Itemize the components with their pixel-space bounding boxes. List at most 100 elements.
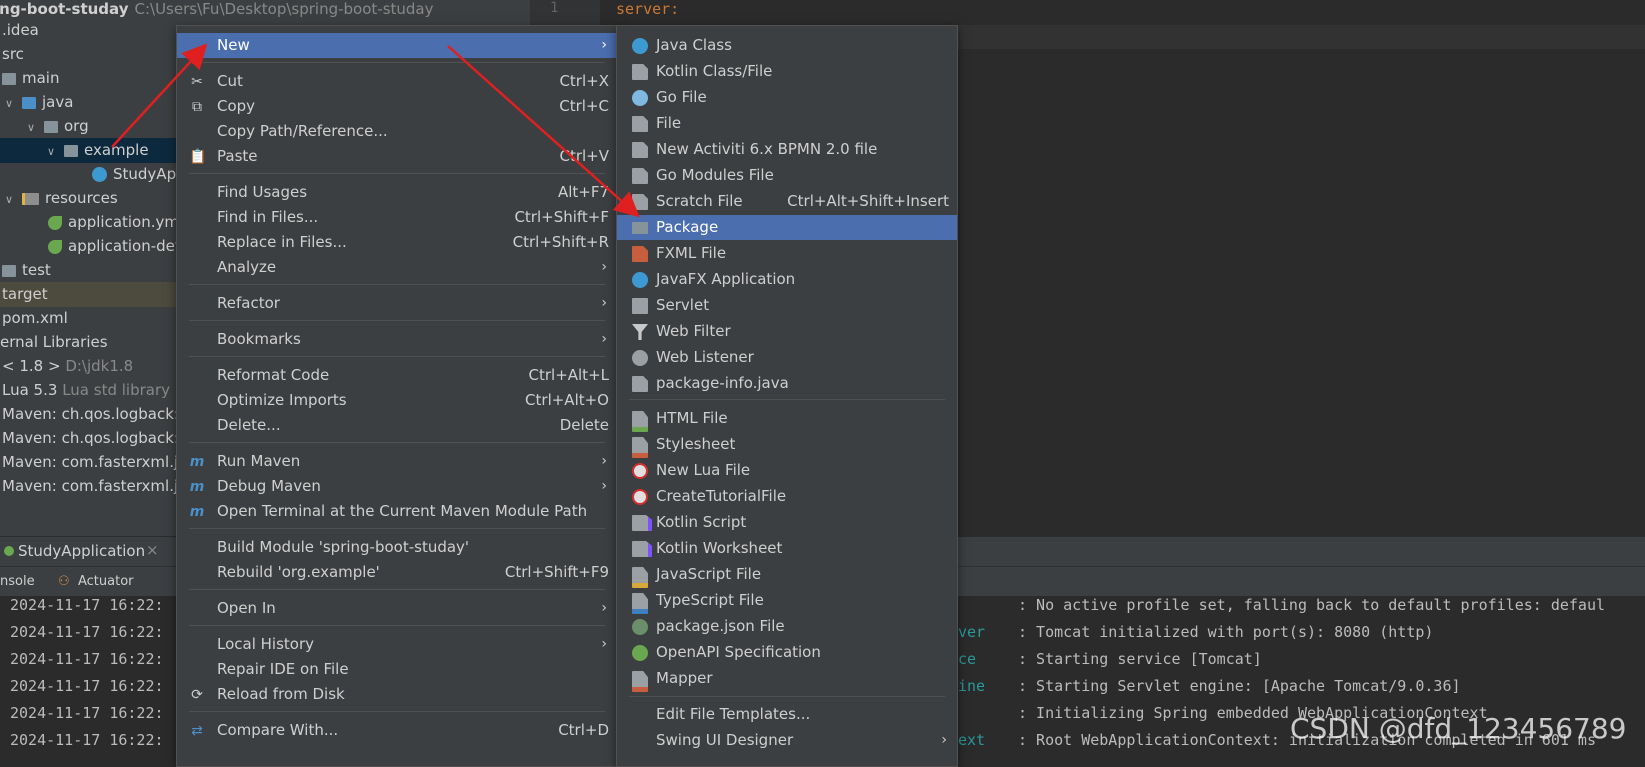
- menu-item-replace-in-files[interactable]: Replace in Files... Ctrl+Shift+R: [177, 230, 617, 255]
- log-time: 2024-11-17 16:22:: [10, 596, 164, 614]
- menu-item-open-in[interactable]: Open In ›: [177, 596, 617, 621]
- submenu-item-lua[interactable]: New Lua File: [617, 458, 957, 483]
- submenu-item-file[interactable]: File: [617, 111, 957, 136]
- menu-shortcut: Delete: [559, 416, 609, 434]
- chevron-down-icon[interactable]: ∨: [2, 187, 16, 212]
- folder-icon: [2, 72, 16, 85]
- menu-item-paste[interactable]: 📋 Paste Ctrl+V: [177, 144, 617, 169]
- submenu-item-javascript[interactable]: JavaScript File: [617, 562, 957, 588]
- menu-item-run-maven[interactable]: m Run Maven ›: [177, 449, 617, 474]
- menu-item-reload-from-disk[interactable]: ⟳ Reload from Disk: [177, 682, 617, 707]
- submenu-item-html[interactable]: HTML File: [617, 406, 957, 432]
- spring-run-icon: [4, 546, 14, 556]
- menu-item-rebuild[interactable]: Rebuild 'org.example' Ctrl+Shift+F9: [177, 560, 617, 585]
- submenu-item-java-class[interactable]: Java Class: [617, 33, 957, 58]
- submenu-item-go-modules[interactable]: Go Modules File: [617, 163, 957, 188]
- submenu-item-swing-designer[interactable]: Swing UI Designer ›: [617, 728, 957, 753]
- submenu-item-package[interactable]: Package: [617, 215, 957, 240]
- submenu-item-label: HTML File: [656, 409, 728, 427]
- submenu-item-label: FXML File: [656, 244, 727, 262]
- tree-item-label: StudyAp: [113, 165, 177, 183]
- menu-item-label: Local History: [217, 635, 315, 653]
- submenu-item-kotlin-script[interactable]: Kotlin Script: [617, 510, 957, 535]
- submenu-item-package-info[interactable]: package-info.java: [617, 371, 957, 396]
- submenu-item-edit-templates[interactable]: Edit File Templates...: [617, 702, 957, 727]
- line-number: 1: [550, 0, 559, 16]
- reload-icon: ⟳: [191, 687, 203, 703]
- submenu-item-openapi[interactable]: OpenAPI Specification: [617, 640, 957, 665]
- menu-item-find-usages[interactable]: Find Usages Alt+F7: [177, 180, 617, 205]
- chevron-right-icon: ›: [601, 453, 607, 469]
- submenu-item-label: Go Modules File: [656, 166, 774, 184]
- scratch-file-icon: [632, 194, 648, 210]
- submenu-item-web-listener[interactable]: Web Listener: [617, 345, 957, 370]
- close-icon[interactable]: ×: [146, 541, 159, 559]
- menu-item-compare-with[interactable]: ⇄ Compare With... Ctrl+D: [177, 718, 617, 743]
- menu-item-label: Build Module 'spring-boot-studay': [217, 538, 470, 556]
- submenu-item-go-file[interactable]: Go File: [617, 85, 957, 110]
- submenu-item-kotlin-worksheet[interactable]: Kotlin Worksheet: [617, 536, 957, 561]
- tab-actuator[interactable]: Actuator: [78, 574, 134, 589]
- menu-item-label: Open In: [217, 599, 276, 617]
- tab-console[interactable]: nsole: [0, 574, 35, 589]
- menu-item-reformat-code[interactable]: Reformat Code Ctrl+Alt+L: [177, 363, 617, 388]
- menu-shortcut: Ctrl+D: [558, 721, 609, 739]
- submenu-item-javafx[interactable]: JavaFX Application: [617, 267, 957, 292]
- menu-shortcut: Ctrl+V: [559, 147, 609, 165]
- menu-item-copy[interactable]: ⧉ Copy Ctrl+C: [177, 94, 617, 119]
- tree-item-label: .idea: [2, 21, 39, 39]
- chevron-right-icon: ›: [601, 478, 607, 494]
- submenu-item-label: OpenAPI Specification: [656, 643, 821, 661]
- log-time: 2024-11-17 16:22:: [10, 731, 164, 749]
- menu-item-cut[interactable]: ✂ Cut Ctrl+X: [177, 69, 617, 94]
- folder-icon: [2, 264, 16, 277]
- submenu-item-scratch-file[interactable]: Scratch File Ctrl+Alt+Shift+Insert: [617, 189, 957, 214]
- menu-item-local-history[interactable]: Local History ›: [177, 632, 617, 657]
- run-tab-label[interactable]: StudyApplication: [18, 542, 145, 560]
- menu-item-build-module[interactable]: Build Module 'spring-boot-studay': [177, 535, 617, 560]
- project-header[interactable]: ing-boot-studay C:\Users\Fu\Desktop\sprin…: [0, 0, 433, 18]
- menu-item-debug-maven[interactable]: m Debug Maven ›: [177, 474, 617, 499]
- menu-separator: [189, 589, 605, 590]
- chevron-down-icon[interactable]: ∨: [44, 139, 58, 164]
- submenu-item-servlet[interactable]: Servlet: [617, 293, 957, 318]
- chevron-down-icon[interactable]: ∨: [24, 115, 38, 140]
- package-icon: [44, 120, 58, 133]
- menu-separator: [189, 528, 605, 529]
- compare-icon: ⇄: [191, 723, 203, 739]
- submenu-item-stylesheet[interactable]: Stylesheet: [617, 432, 957, 458]
- menu-item-new[interactable]: New ›: [177, 33, 617, 58]
- menu-item-analyze[interactable]: Analyze ›: [177, 255, 617, 280]
- tree-item-label: src: [2, 45, 24, 63]
- submenu-item-fxml[interactable]: FXML File: [617, 241, 957, 266]
- submenu-item-tutorial[interactable]: CreateTutorialFile: [617, 484, 957, 509]
- submenu-item-mapper[interactable]: Mapper: [617, 666, 957, 692]
- code-line[interactable]: server:: [616, 0, 679, 18]
- menu-item-label: Compare With...: [217, 721, 339, 739]
- submenu-item-label: Java Class: [656, 36, 732, 54]
- ts-icon: [632, 593, 648, 614]
- menu-item-find-in-files[interactable]: Find in Files... Ctrl+Shift+F: [177, 205, 617, 230]
- menu-item-refactor[interactable]: Refactor ›: [177, 291, 617, 316]
- menu-item-open-terminal[interactable]: m Open Terminal at the Current Maven Modu…: [177, 499, 617, 524]
- bpmn-icon: [632, 142, 648, 158]
- submenu-item-typescript[interactable]: TypeScript File: [617, 588, 957, 614]
- log-time: 2024-11-17 16:22:: [10, 677, 164, 695]
- tree-item-label: Maven: com.fasterxml.ja: [2, 477, 188, 495]
- package-json-icon: [632, 619, 648, 635]
- menu-item-bookmarks[interactable]: Bookmarks ›: [177, 327, 617, 352]
- menu-item-label: Analyze: [217, 258, 277, 276]
- menu-item-delete[interactable]: Delete... Delete: [177, 413, 617, 438]
- menu-item-copy-path[interactable]: Copy Path/Reference...: [177, 119, 617, 144]
- submenu-item-kotlin-class[interactable]: Kotlin Class/File: [617, 59, 957, 84]
- submenu-item-package-json[interactable]: package.json File: [617, 614, 957, 639]
- submenu-item-label: Web Listener: [656, 348, 754, 366]
- chevron-down-icon[interactable]: ∨: [2, 91, 16, 116]
- menu-item-repair-ide[interactable]: Repair IDE on File: [177, 657, 617, 682]
- submenu-item-web-filter[interactable]: Web Filter: [617, 319, 957, 344]
- submenu-item-bpmn[interactable]: New Activiti 6.x BPMN 2.0 file: [617, 137, 957, 162]
- javafx-icon: [632, 272, 648, 288]
- submenu-item-label: Kotlin Class/File: [656, 62, 773, 80]
- log-time: 2024-11-17 16:22:: [10, 650, 164, 668]
- menu-item-optimize-imports[interactable]: Optimize Imports Ctrl+Alt+O: [177, 388, 617, 413]
